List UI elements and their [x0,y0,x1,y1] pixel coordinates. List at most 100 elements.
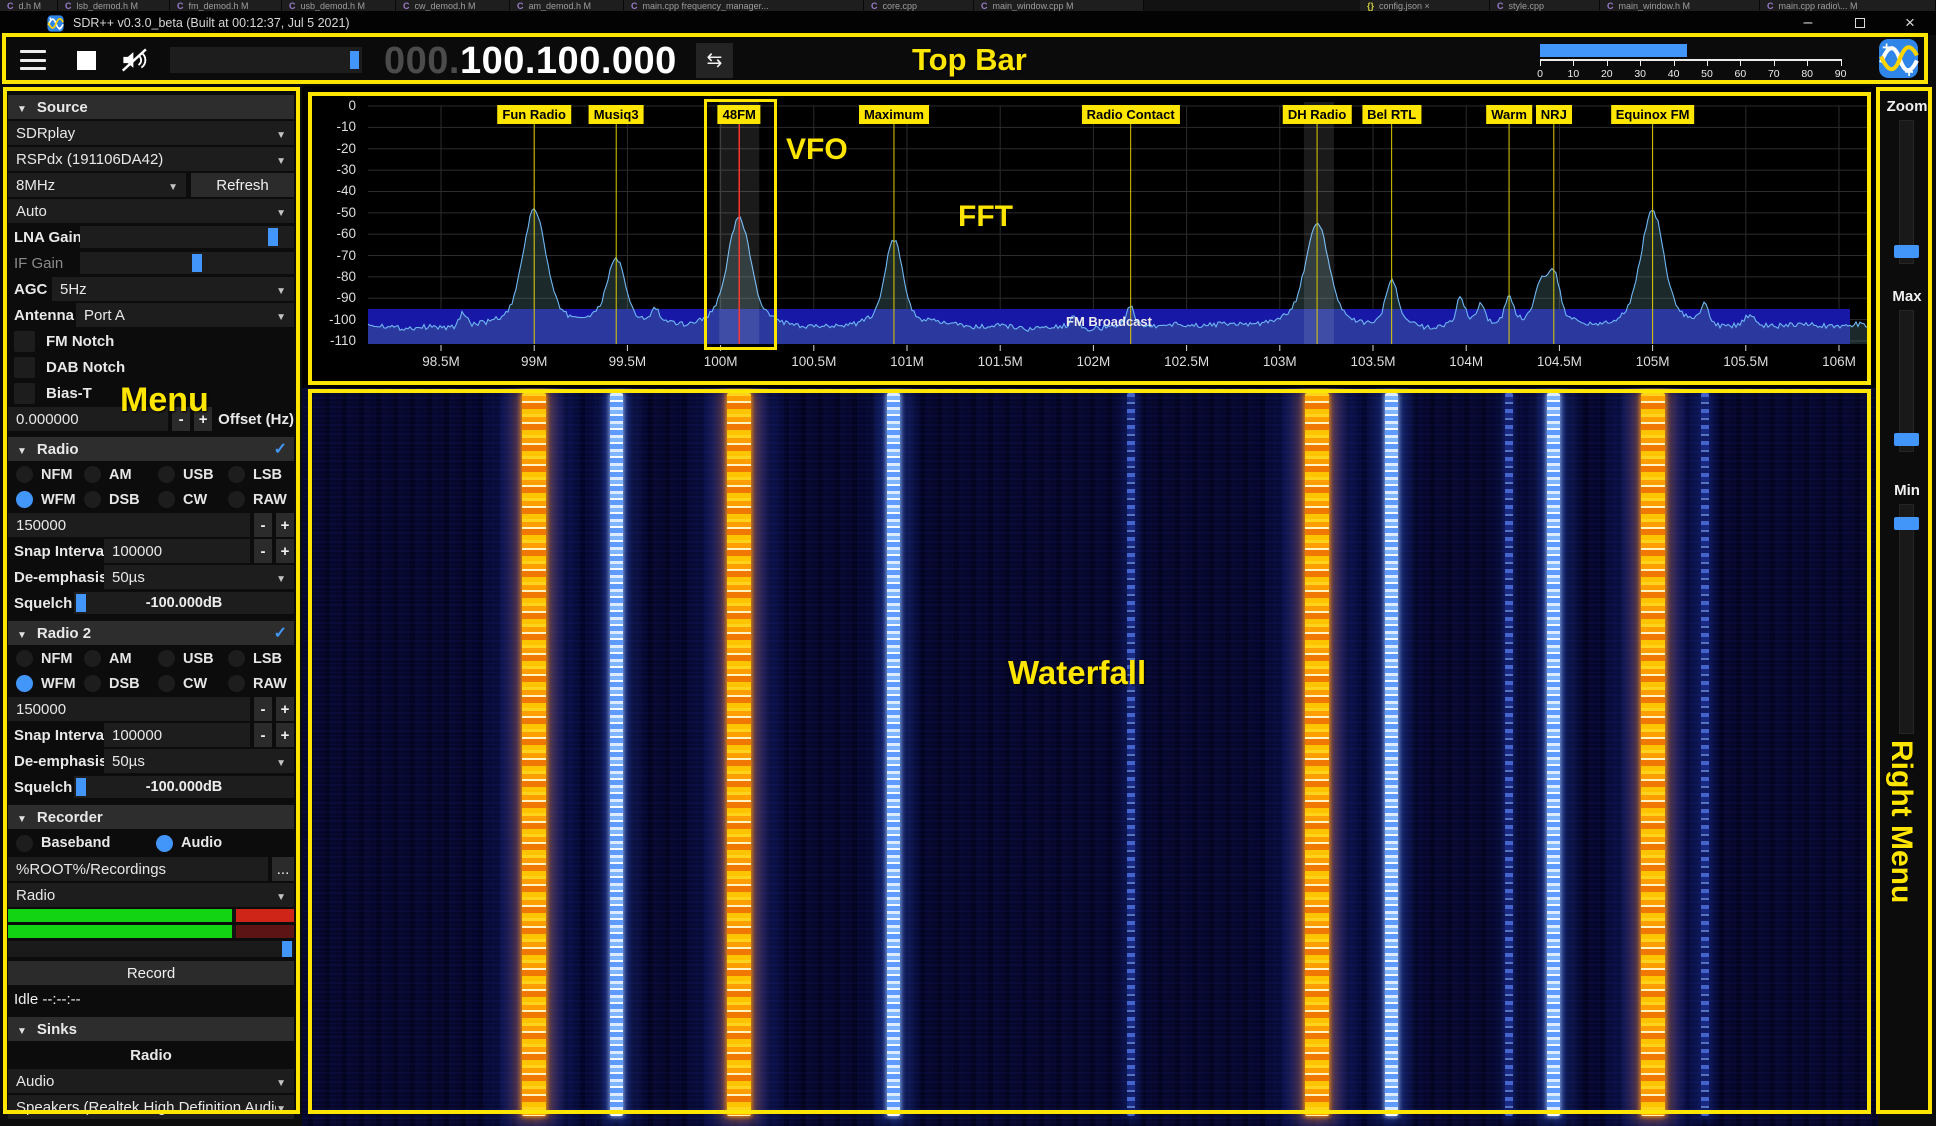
snap-input[interactable]: 100000 [104,723,250,747]
snap-input[interactable]: 100000 [104,539,250,563]
editor-tab[interactable]: Cd.h M [0,0,58,11]
min-slider[interactable] [1899,504,1914,734]
browse-button[interactable]: ... [272,857,294,881]
mode-option-cw[interactable]: CW [150,488,220,511]
editor-tab[interactable]: Ccore.cpp [864,0,974,11]
bias-t-checkbox[interactable] [14,383,35,404]
fft-display[interactable]: FM Broadcast 0-10-20-30-40-50-60-70-80-9… [302,86,1878,388]
source-section-header[interactable]: Source [8,95,294,119]
editor-tab[interactable]: Cusb_demod.h M [282,0,396,11]
editor-tab[interactable]: {}config.json × [1360,0,1490,11]
station-label[interactable]: NRJ [1536,105,1572,124]
mode-option-usb[interactable]: USB [150,647,220,670]
volume-slider-handle[interactable] [350,51,359,69]
refresh-button[interactable]: Refresh [191,173,294,197]
station-label[interactable]: Equinox FM [1611,105,1695,124]
bandwidth-input[interactable]: 150000 [8,697,250,721]
menu-toggle-button[interactable] [12,41,54,79]
bandwidth-input[interactable]: 150000 [8,513,250,537]
station-label[interactable]: Warm [1486,105,1532,124]
station-label[interactable]: Maximum [859,105,929,124]
recorder-section-header[interactable]: Recorder [8,805,294,829]
mode-option-nfm[interactable]: NFM [8,463,76,486]
recorder-volume-handle[interactable] [282,941,292,957]
sinks-section-header[interactable]: Sinks [8,1017,294,1041]
min-slider-handle[interactable] [1894,517,1919,530]
editor-tab[interactable]: Cmain.cpp radio\... M [1760,0,1936,11]
frequency-display[interactable]: 000.100.100.000 [384,35,677,86]
mute-button[interactable] [112,41,156,79]
bandwidth-plus-button[interactable]: + [276,697,294,721]
enabled-checkmark-icon[interactable] [274,623,287,643]
offset-input[interactable]: 0.000000 [8,407,168,431]
radio-section-header[interactable]: Radio [8,437,294,461]
snap-plus-button[interactable]: + [276,723,294,747]
bandwidth-minus-button[interactable]: - [254,513,272,537]
bandwidth-minus-button[interactable]: - [254,697,272,721]
radio2-section-header[interactable]: Radio 2 [8,621,294,645]
snap-minus-button[interactable]: - [254,539,272,563]
minimize-button[interactable]: – [1786,11,1830,35]
editor-tab[interactable]: Ccw_demod.h M [396,0,510,11]
enabled-checkmark-icon[interactable] [274,439,287,459]
vfo-swap-button[interactable]: ⇆ [696,43,733,78]
offset-plus-button[interactable]: + [194,407,212,431]
lna-gain-slider[interactable] [80,226,294,248]
source-device-select[interactable]: RSPdx (191106DA42) [8,147,294,171]
zoom-slider[interactable] [1899,120,1914,264]
if-gain-slider[interactable] [80,252,294,274]
editor-tab[interactable]: Cfm_demod.h M [170,0,282,11]
mode-option-cw[interactable]: CW [150,672,220,695]
mode-option-nfm[interactable]: NFM [8,647,76,670]
mode-option-wfm[interactable]: WFM [8,672,76,695]
deemphasis-select[interactable]: 50µs [104,565,294,589]
agc-select[interactable]: 5Hz [52,277,294,301]
mode-option-lsb[interactable]: LSB [220,647,286,670]
bandwidth-plus-button[interactable]: + [276,513,294,537]
dab-notch-checkbox[interactable] [14,357,35,378]
editor-tab[interactable]: Cam_demod.h M [510,0,624,11]
editor-tab[interactable]: Cstyle.cpp [1490,0,1600,11]
editor-tab[interactable]: Cmain.cpp frequency_manager... [624,0,864,11]
squelch-slider[interactable]: -100.000dB [74,592,294,614]
sink-device-select[interactable]: Speakers (Realtek High Definition Audio) [8,1095,294,1119]
recorder-stream-select[interactable]: Radio [8,883,294,907]
mode-option-wfm[interactable]: WFM [8,488,76,511]
station-label[interactable]: 48FM [718,105,761,124]
fm-notch-checkbox[interactable] [14,331,35,352]
max-slider[interactable] [1899,310,1914,452]
recording-path-input[interactable]: %ROOT%/Recordings [8,857,268,881]
recorder-mode-audio[interactable]: Audio [148,832,278,855]
squelch-slider[interactable]: -100.000dB [74,776,294,798]
sink-type-select[interactable]: Audio [8,1069,294,1093]
if-gain-handle[interactable] [192,254,202,272]
volume-slider[interactable] [170,47,362,73]
mode-option-dsb[interactable]: DSB [76,488,150,511]
deemphasis-select[interactable]: 50µs [104,749,294,773]
mode-option-am[interactable]: AM [76,647,150,670]
samplerate-select[interactable]: 8MHz [8,173,186,197]
station-label[interactable]: Musiq3 [589,105,644,124]
recorder-volume-slider[interactable] [8,941,294,957]
max-slider-handle[interactable] [1894,433,1919,446]
offset-minus-button[interactable]: - [172,407,190,431]
editor-tab[interactable]: Cmain_window.cpp M [974,0,1144,11]
ifmode-select[interactable]: Auto [8,199,294,223]
lna-gain-handle[interactable] [268,228,278,246]
close-button[interactable]: × [1888,11,1932,35]
mode-option-raw[interactable]: RAW [220,488,286,511]
maximize-button[interactable] [1838,11,1882,35]
station-label[interactable]: Radio Contact [1082,105,1180,124]
zoom-slider-handle[interactable] [1894,245,1919,258]
station-label[interactable]: Bel RTL [1362,105,1421,124]
station-label[interactable]: Fun Radio [497,105,571,124]
waterfall-display[interactable] [302,388,1878,1126]
antenna-select[interactable]: Port A [76,303,294,327]
mode-option-raw[interactable]: RAW [220,672,286,695]
mode-option-dsb[interactable]: DSB [76,672,150,695]
mode-option-am[interactable]: AM [76,463,150,486]
recorder-mode-baseband[interactable]: Baseband [8,832,148,855]
mode-option-usb[interactable]: USB [150,463,220,486]
source-driver-select[interactable]: SDRplay [8,121,294,145]
snap-plus-button[interactable]: + [276,539,294,563]
